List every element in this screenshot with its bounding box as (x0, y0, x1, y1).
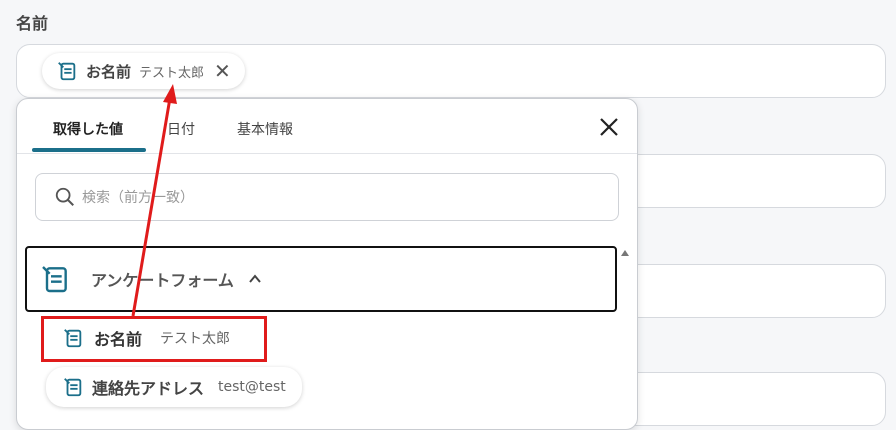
annotation-arrow (131, 84, 177, 317)
